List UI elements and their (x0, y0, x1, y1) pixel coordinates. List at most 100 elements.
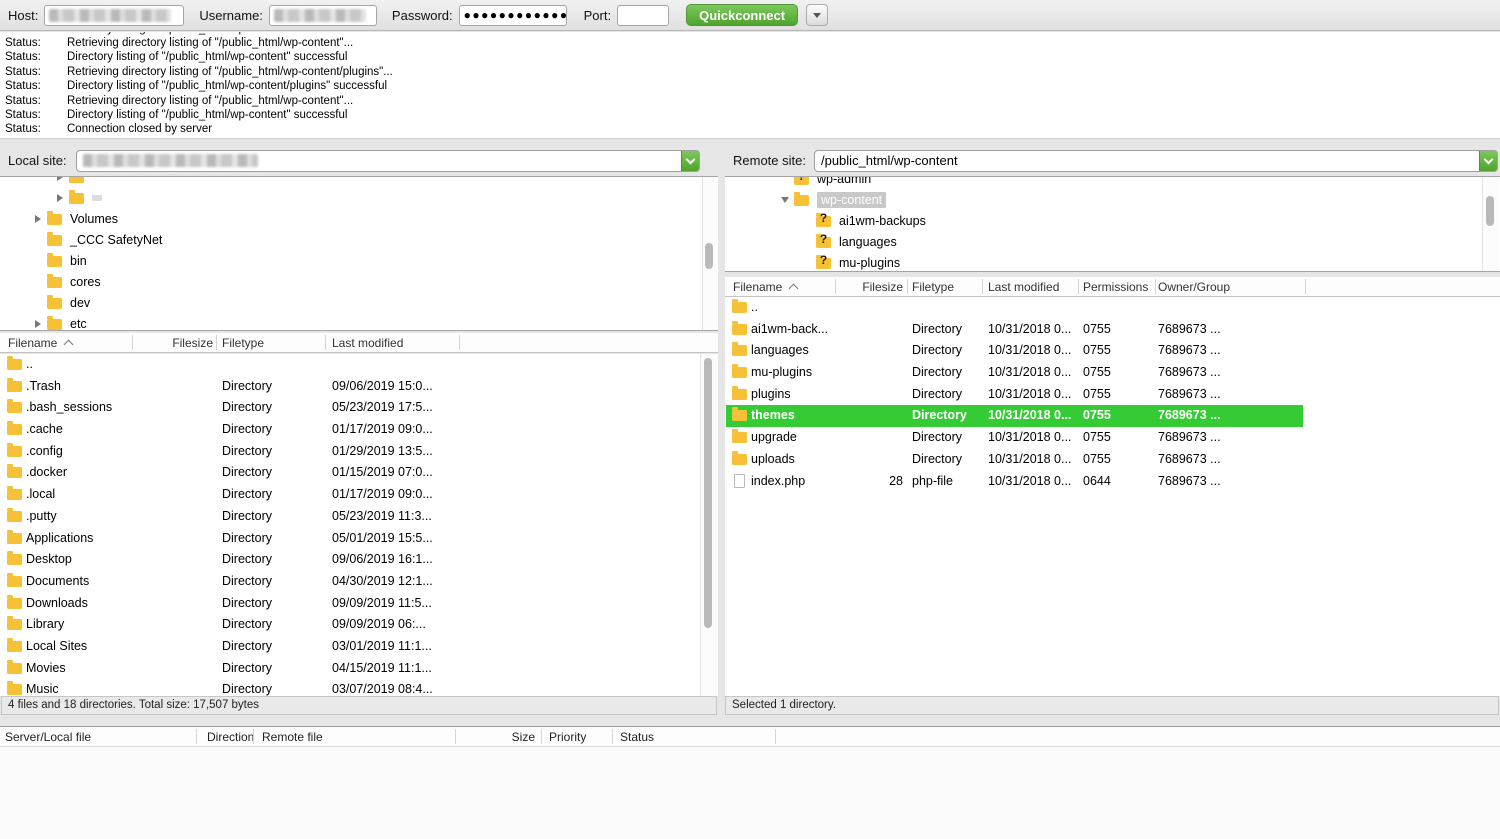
column-divider[interactable] (325, 335, 326, 350)
tree-item-wp-admin[interactable]: ?wp-admin (725, 176, 1500, 189)
file-row-index-php[interactable]: index.php28php-file10/31/2018 0...064476… (725, 471, 1500, 493)
file-row-plugins[interactable]: pluginsDirectory10/31/2018 0...075576896… (725, 384, 1500, 406)
column-header-filesize[interactable]: Filesize (140, 336, 213, 350)
column-header-last-modified[interactable]: Last modified (332, 336, 403, 350)
column-header-filesize[interactable]: Filesize (833, 280, 903, 294)
owner-group-cell: 7689673 ... (1158, 474, 1221, 488)
filename-cell: Documents (26, 574, 89, 588)
column-header-filetype[interactable]: Filetype (222, 336, 264, 350)
tree-item-ai1wm-backups[interactable]: ?ai1wm-backups (725, 210, 1500, 231)
file-row--putty[interactable]: .puttyDirectory05/23/2019 11:3... (0, 506, 718, 528)
filetype-cell: Directory (912, 387, 962, 401)
password-label: Password: (392, 8, 453, 23)
file-row-music[interactable]: MusicDirectory03/07/2019 08:4... (0, 679, 718, 696)
column-header-direction[interactable]: Direction (207, 730, 254, 744)
column-divider[interactable] (196, 729, 197, 744)
file-row--cache[interactable]: .cacheDirectory01/17/2019 09:0... (0, 419, 718, 441)
quickconnect-dropdown-button[interactable] (806, 4, 828, 26)
file-row--trash[interactable]: .TrashDirectory09/06/2019 15:0... (0, 376, 718, 398)
local-tree-scrollbar-thumb[interactable] (705, 243, 713, 269)
last-modified-cell: 01/15/2019 07:0... (332, 465, 433, 479)
column-divider[interactable] (907, 279, 908, 294)
filename-cell: .. (751, 300, 758, 314)
tree-item-cores[interactable]: cores (0, 271, 718, 292)
file-row--[interactable]: .. (0, 354, 718, 376)
column-header-permissions[interactable]: Permissions (1083, 280, 1148, 294)
file-row-library[interactable]: LibraryDirectory09/09/2019 06:... (0, 614, 718, 636)
tree-item-volumes[interactable]: Volumes (0, 208, 718, 229)
column-divider[interactable] (835, 279, 836, 294)
column-divider[interactable] (541, 729, 542, 744)
column-header-server-local-file[interactable]: Server/Local file (5, 730, 91, 744)
tree-item-wp-content[interactable]: wp-content (725, 189, 1500, 210)
file-row-applications[interactable]: ApplicationsDirectory05/01/2019 15:5... (0, 528, 718, 550)
tree-item-mu-plugins[interactable]: ?mu-plugins (725, 252, 1500, 272)
file-row--[interactable]: .. (725, 297, 1500, 319)
column-divider[interactable] (459, 335, 460, 350)
column-divider[interactable] (1155, 279, 1156, 294)
file-row-themes[interactable]: themesDirectory10/31/2018 0...0755768967… (725, 405, 1500, 427)
chevron-right-icon[interactable] (30, 211, 46, 227)
column-header-status[interactable]: Status (620, 730, 654, 744)
remote-tree-scrollbar-thumb[interactable] (1486, 196, 1494, 226)
file-row-mu-plugins[interactable]: mu-pluginsDirectory10/31/2018 0...075576… (725, 362, 1500, 384)
chevron-right-icon[interactable] (52, 176, 68, 185)
file-row--local[interactable]: .localDirectory01/17/2019 09:0... (0, 484, 718, 506)
column-header-filetype[interactable]: Filetype (912, 280, 954, 294)
local-list-scrollbar-thumb[interactable] (704, 358, 712, 628)
tree-item--ccc-safetynet[interactable]: _CCC SafetyNet (0, 229, 718, 250)
column-header-remote-file[interactable]: Remote file (262, 730, 323, 744)
chevron-down-icon[interactable] (777, 192, 793, 208)
remote-site-combobox[interactable]: /public_html/wp-content (814, 150, 1498, 172)
column-divider[interactable] (612, 729, 613, 744)
tree-item-dev[interactable]: dev (0, 292, 718, 313)
owner-group-cell: 7689673 ... (1158, 408, 1221, 422)
chevron-right-icon[interactable] (30, 316, 46, 332)
username-input[interactable] (269, 5, 377, 26)
last-modified-cell: 04/15/2019 11:1... (332, 661, 432, 675)
column-divider[interactable] (132, 335, 133, 350)
column-header-priority[interactable]: Priority (549, 730, 586, 744)
tree-item[interactable] (0, 187, 718, 208)
file-row-languages[interactable]: languagesDirectory10/31/2018 0...0755768… (725, 340, 1500, 362)
file-row-documents[interactable]: DocumentsDirectory04/30/2019 12:1... (0, 571, 718, 593)
remote-site-dropdown-button[interactable] (1479, 150, 1498, 172)
local-site-dropdown-button[interactable] (681, 150, 700, 172)
column-header-filename[interactable]: Filename (8, 336, 72, 350)
password-input[interactable]: ●●●●●●●●●●●● (459, 5, 567, 26)
column-divider[interactable] (216, 335, 217, 350)
local-site-combobox[interactable] (76, 150, 700, 172)
file-row--config[interactable]: .configDirectory01/29/2019 13:5... (0, 441, 718, 463)
file-row--docker[interactable]: .dockerDirectory01/15/2019 07:0... (0, 462, 718, 484)
column-header-owner-group[interactable]: Owner/Group (1158, 280, 1230, 294)
file-row-uploads[interactable]: uploadsDirectory10/31/2018 0...075576896… (725, 449, 1500, 471)
column-divider[interactable] (1305, 279, 1306, 294)
column-divider[interactable] (982, 279, 983, 294)
tree-item[interactable] (0, 176, 718, 187)
file-row-downloads[interactable]: DownloadsDirectory09/09/2019 11:5... (0, 593, 718, 615)
file-row-movies[interactable]: MoviesDirectory04/15/2019 11:1... (0, 658, 718, 680)
tree-item-languages[interactable]: ?languages (725, 231, 1500, 252)
column-divider[interactable] (775, 729, 776, 744)
port-input[interactable] (617, 5, 669, 26)
column-header-last-modified[interactable]: Last modified (988, 280, 1059, 294)
column-divider[interactable] (455, 729, 456, 744)
tree-item-bin[interactable]: bin (0, 250, 718, 271)
chevron-right-icon[interactable] (52, 190, 68, 206)
column-header-size[interactable]: Size (480, 730, 535, 744)
file-row-ai1wm-back-[interactable]: ai1wm-back...Directory10/31/2018 0...075… (725, 319, 1500, 341)
column-divider[interactable] (1078, 279, 1079, 294)
tree-item-etc[interactable]: etc (0, 313, 718, 331)
file-row--bash-sessions[interactable]: .bash_sessionsDirectory05/23/2019 17:5..… (0, 397, 718, 419)
filename-cell: languages (751, 343, 809, 357)
local-site-value-blurred (83, 154, 258, 167)
tree-item-label: wp-admin (817, 176, 871, 186)
column-header-filename[interactable]: Filename (733, 280, 797, 294)
column-divider[interactable] (253, 729, 254, 744)
file-row-upgrade[interactable]: upgradeDirectory10/31/2018 0...075576896… (725, 427, 1500, 449)
host-input[interactable] (44, 5, 184, 26)
file-row-local-sites[interactable]: Local SitesDirectory03/01/2019 11:1... (0, 636, 718, 658)
file-row-desktop[interactable]: DesktopDirectory09/06/2019 16:1... (0, 549, 718, 571)
quickconnect-button[interactable]: Quickconnect (686, 4, 798, 26)
filename-cell: Downloads (26, 596, 88, 610)
